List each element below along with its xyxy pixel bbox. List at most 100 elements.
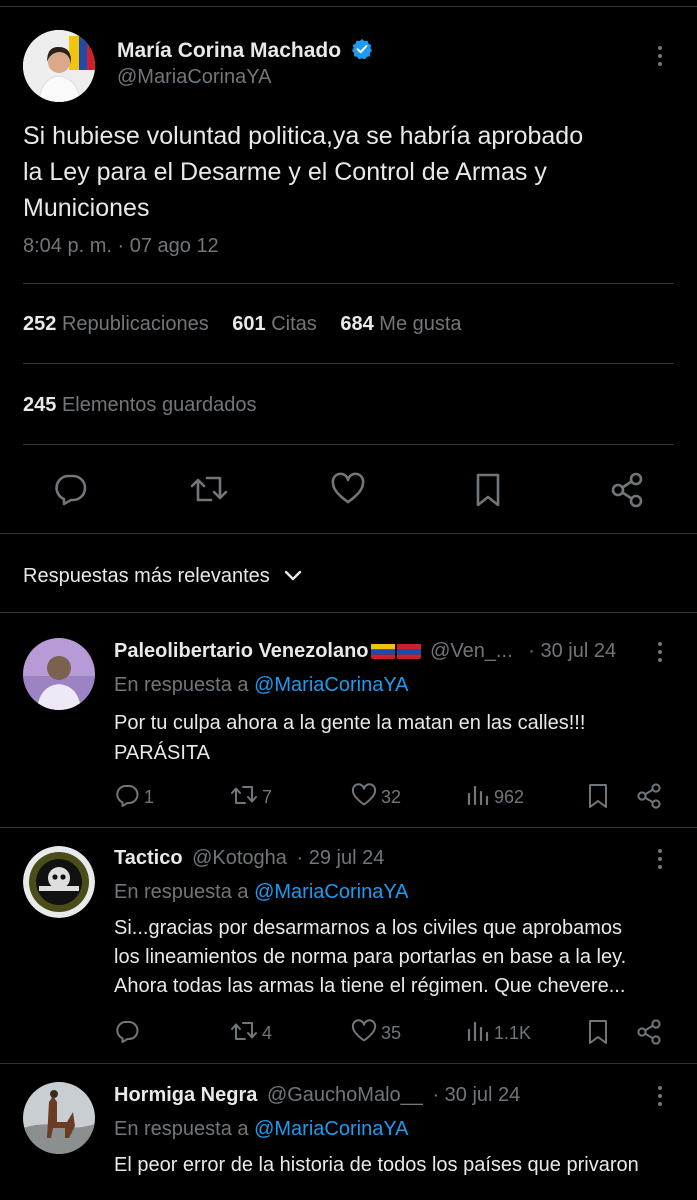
venezuela-flag-icon <box>370 643 395 659</box>
views-count: 1.1K <box>494 1023 532 1043</box>
reply-button[interactable]: 1 <box>114 783 154 812</box>
quotes-label: Citas <box>271 313 317 335</box>
likes-count: 684 <box>340 313 374 335</box>
divider <box>0 827 697 828</box>
reposts-stat[interactable]: 252 Republicaciones <box>23 313 214 335</box>
main-tweet-line: Municiones <box>23 194 150 222</box>
reply-date[interactable]: · 30 jul 24 <box>528 640 616 662</box>
main-author-handle[interactable]: @MariaCorinaYA <box>117 66 271 89</box>
reply-line: Ahora todas las armas la tiene el régime… <box>114 975 626 997</box>
venezuela-flag-icon <box>396 643 421 659</box>
divider <box>23 363 674 364</box>
quotes-stat[interactable]: 601 Citas <box>232 313 322 335</box>
more-icon[interactable] <box>657 642 663 666</box>
reply-avatar[interactable] <box>23 638 95 710</box>
more-icon[interactable] <box>657 1086 663 1110</box>
main-tweet-text: Si hubiese voluntad politica,ya se habrí… <box>23 118 583 226</box>
views-icon <box>466 783 490 812</box>
heart-icon <box>351 1019 377 1048</box>
reply-header: Tactico @Kotogha · 29 jul 24 <box>114 847 384 870</box>
reply-author-handle[interactable]: @GauchoMalo__ <box>267 1084 423 1106</box>
in-reply-to-handle[interactable]: @MariaCorinaYA <box>254 674 408 696</box>
in-reply-to: En respuesta a @MariaCorinaYA <box>114 881 409 904</box>
more-icon[interactable] <box>657 849 663 873</box>
divider <box>23 283 674 284</box>
replies-sort-selector[interactable]: Respuestas más relevantes <box>23 565 302 588</box>
in-reply-to-handle[interactable]: @MariaCorinaYA <box>254 1118 408 1140</box>
quotes-count: 601 <box>232 313 266 335</box>
bookmarks-stat[interactable]: 245 Elementos guardados <box>23 394 257 417</box>
divider <box>23 444 674 445</box>
reply-line: PARÁSITA <box>114 742 210 764</box>
reply-icon[interactable] <box>52 472 88 506</box>
repost-icon <box>230 783 258 812</box>
reply-count: 1 <box>144 787 155 807</box>
reply-icon <box>114 783 140 812</box>
views-button[interactable]: 1.1K <box>466 1019 531 1048</box>
reply-header: Paleolibertario Venezolano @Ven_... · 30… <box>114 640 616 663</box>
likes-stat[interactable]: 684 Me gusta <box>340 313 461 335</box>
top-divider <box>0 6 697 7</box>
main-tweet-line: Si hubiese voluntad politica,ya se habrí… <box>23 122 584 150</box>
bookmark-icon[interactable] <box>587 1019 609 1045</box>
bookmarks-count: 245 <box>23 394 57 416</box>
views-button[interactable]: 962 <box>466 783 524 812</box>
main-author-avatar[interactable] <box>23 30 95 102</box>
in-reply-to-prefix: En respuesta a <box>114 881 249 903</box>
repost-icon <box>230 1019 258 1048</box>
main-tweet-timestamp[interactable]: 8:04 p. m. · 07 ago 12 <box>23 235 219 258</box>
reply-author-handle[interactable]: @Kotogha <box>192 847 287 869</box>
likes-label: Me gusta <box>379 313 462 335</box>
main-author-name[interactable]: María Corina Machado <box>117 38 373 66</box>
share-icon[interactable] <box>610 472 644 508</box>
heart-icon <box>351 783 377 812</box>
like-count: 35 <box>381 1023 402 1043</box>
views-count: 962 <box>494 787 525 807</box>
reply-date[interactable]: · 29 jul 24 <box>297 847 385 869</box>
reply-date[interactable]: · 30 jul 24 <box>432 1084 520 1106</box>
main-tweet-line: la Ley para el Desarme y el Control de A… <box>23 158 547 186</box>
repost-count: 7 <box>262 787 273 807</box>
reply-button[interactable] <box>114 1019 144 1048</box>
reply-author-name[interactable]: Tactico <box>114 847 183 869</box>
reply-header: Hormiga Negra @GauchoMalo__ · 30 jul 24 <box>114 1084 520 1107</box>
bookmarks-label: Elementos guardados <box>61 394 257 416</box>
reply-avatar[interactable] <box>23 846 95 918</box>
main-author-name-text: María Corina Machado <box>117 39 342 62</box>
verified-badge-icon <box>351 38 373 66</box>
reply-line: los lineamientos de norma para portarlas… <box>114 946 627 968</box>
repost-button[interactable]: 7 <box>230 783 272 812</box>
in-reply-to-prefix: En respuesta a <box>114 674 249 696</box>
repost-icon[interactable] <box>189 472 229 506</box>
reply-author-name[interactable]: Paleolibertario Venezolano <box>114 640 369 662</box>
reply-text: Por tu culpa ahora a la gente la matan e… <box>114 708 585 768</box>
like-button[interactable]: 32 <box>351 783 401 812</box>
repost-button[interactable]: 4 <box>230 1019 272 1048</box>
engagement-stats-row: 252 Republicaciones 601 Citas 684 Me gus… <box>23 313 462 336</box>
reply-text: El peor error de la historia de todos lo… <box>114 1151 639 1180</box>
in-reply-to-prefix: En respuesta a <box>114 1118 249 1140</box>
reply-avatar[interactable] <box>23 1082 95 1154</box>
replies-sort-label: Respuestas más relevantes <box>23 565 270 587</box>
reply-icon <box>114 1019 140 1048</box>
reply-text: Si...gracias por desarmarnos a los civil… <box>114 914 626 1001</box>
heart-icon[interactable] <box>330 472 366 506</box>
reply-line: Por tu culpa ahora a la gente la matan e… <box>114 712 586 734</box>
chevron-down-icon <box>284 565 302 588</box>
in-reply-to: En respuesta a @MariaCorinaYA <box>114 1118 409 1141</box>
share-icon[interactable] <box>636 1019 662 1045</box>
more-icon[interactable] <box>657 46 663 70</box>
bookmark-icon[interactable] <box>474 472 502 508</box>
in-reply-to-handle[interactable]: @MariaCorinaYA <box>254 881 408 903</box>
bookmark-icon[interactable] <box>587 783 609 809</box>
share-icon[interactable] <box>636 783 662 809</box>
reply-line: El peor error de la historia de todos lo… <box>114 1154 639 1176</box>
reply-author-name[interactable]: Hormiga Negra <box>114 1084 257 1106</box>
like-count: 32 <box>381 787 402 807</box>
repost-count: 4 <box>262 1023 273 1043</box>
reposts-label: Republicaciones <box>61 313 209 335</box>
reply-line: Si...gracias por desarmarnos a los civil… <box>114 917 623 939</box>
reply-author-handle[interactable]: @Ven_... <box>430 640 513 662</box>
views-icon <box>466 1019 490 1048</box>
like-button[interactable]: 35 <box>351 1019 401 1048</box>
